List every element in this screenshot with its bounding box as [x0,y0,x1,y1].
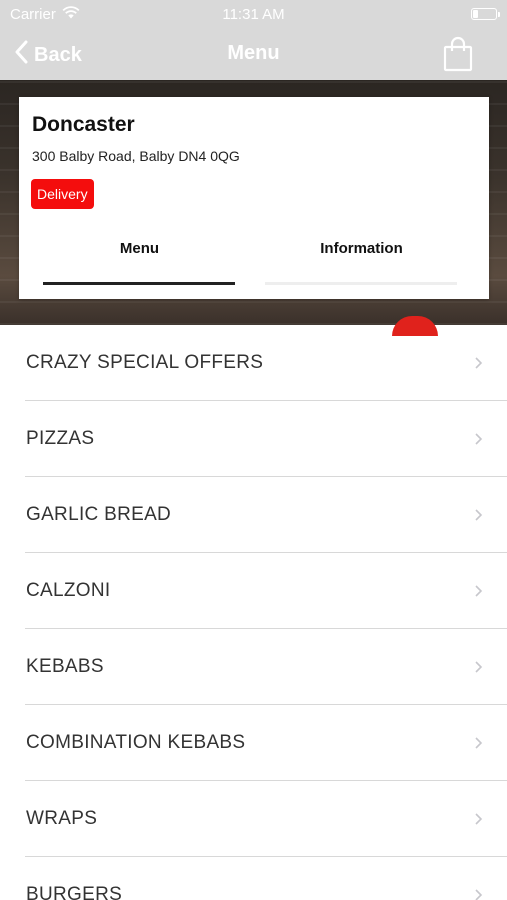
menu-row-label: CRAZY SPECIAL OFFERS [26,352,264,373]
battery-level [473,10,478,18]
menu-row-pizzas[interactable]: PIZZAS [0,401,507,477]
nav-bar: Back Menu [0,28,507,80]
menu-row-wraps[interactable]: WRAPS [0,781,507,857]
menu-row-crazy-special-offers[interactable]: CRAZY SPECIAL OFFERS [0,325,507,401]
shopping-bag-button[interactable] [443,36,473,77]
tab-information[interactable]: Information [265,240,458,257]
menu-row-burgers[interactable]: BURGERS [0,857,507,900]
shopping-bag-icon [443,36,473,76]
screen: Carrier 11:31 AM Back Menu Doncaster 300… [0,0,507,900]
chevron-right-icon [474,660,483,679]
chevron-right-icon [474,508,483,527]
menu-row-label: WRAPS [26,808,98,829]
menu-row-calzoni[interactable]: CALZONI [0,553,507,629]
delivery-badge: Delivery [31,179,94,209]
battery-icon [471,8,500,20]
menu-row-combination-kebabs[interactable]: COMBINATION KEBABS [0,705,507,781]
chevron-right-icon [474,584,483,603]
menu-row-label: COMBINATION KEBABS [26,732,246,753]
menu-category-list: CRAZY SPECIAL OFFERS PIZZAS GARLIC BREAD… [0,325,507,900]
menu-row-label: KEBABS [26,656,104,677]
status-time: 11:31 AM [222,5,285,23]
store-address: 300 Balby Road, Balby DN4 0QG [32,148,240,164]
store-name: Doncaster [32,113,135,136]
chevron-right-icon [474,356,483,375]
chevron-right-icon [474,432,483,451]
store-card: Doncaster 300 Balby Road, Balby DN4 0QG … [19,97,489,299]
tab-menu[interactable]: Menu [43,240,236,257]
menu-row-label: PIZZAS [26,428,95,449]
page-title: Menu [227,42,280,64]
status-bar: Carrier 11:31 AM [0,0,507,28]
chevron-right-icon [474,812,483,831]
menu-row-label: CALZONI [26,580,111,601]
menu-row-label: BURGERS [26,884,123,900]
chevron-right-icon [474,736,483,755]
menu-row-garlic-bread[interactable]: GARLIC BREAD [0,477,507,553]
chevron-right-icon [474,888,483,900]
tab-information-indicator [265,282,457,285]
menu-row-label: GARLIC BREAD [26,504,172,525]
tab-menu-indicator [43,282,235,285]
menu-row-kebabs[interactable]: KEBABS [0,629,507,705]
